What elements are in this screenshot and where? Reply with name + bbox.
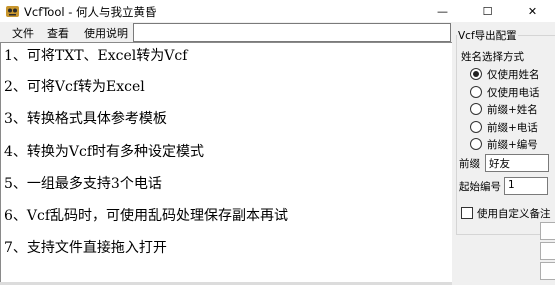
instruction-line: 2、可将Vcf转为Excel (4, 79, 145, 95)
close-icon: ✕ (527, 4, 538, 18)
instruction-line: 7、支持文件直接拖入打开 (4, 240, 167, 256)
instruction-line: 5、一组最多支持3个电话 (4, 176, 162, 192)
minimize-icon: — (437, 4, 448, 18)
custom-remark-checkbox[interactable]: 使用自定义备注 (461, 205, 555, 221)
action-button[interactable] (540, 262, 555, 280)
radio-unselected-icon (470, 103, 482, 115)
radio-selected-icon (470, 68, 482, 80)
minimize-button[interactable]: — (420, 0, 465, 22)
radio-prefix-number[interactable]: 前缀+编号 (470, 136, 554, 152)
radio-label: 仅使用姓名 (487, 69, 540, 81)
remark-input[interactable] (540, 222, 555, 240)
prefix-label: 前缀 (459, 158, 480, 170)
radio-unselected-icon (470, 138, 482, 150)
instruction-line: 3、转换格式具体参考模板 (4, 111, 167, 127)
start-number-label: 起始编号 (459, 181, 501, 193)
radio-prefix-name[interactable]: 前缀+姓名 (470, 101, 554, 117)
title-bar: VcfTool - 何人与我立黄昏 — ☐ ✕ (0, 0, 555, 22)
maximize-button[interactable]: ☐ (465, 0, 510, 22)
radio-label: 前缀+姓名 (487, 104, 538, 116)
radio-label: 仅使用电话 (487, 87, 540, 99)
instruction-line: 4、转换为Vcf时有多种设定模式 (4, 144, 205, 160)
radio-prefix-phone[interactable]: 前缀+电话 (470, 119, 554, 135)
radio-unselected-icon (470, 121, 482, 133)
menu-file[interactable]: 文件 (12, 25, 34, 41)
start-number-input[interactable]: 1 (504, 177, 548, 195)
path-input[interactable] (133, 23, 451, 42)
menu-help[interactable]: 使用说明 (84, 25, 128, 41)
app-icon (6, 6, 19, 17)
radio-name-only[interactable]: 仅使用姓名 (470, 66, 554, 82)
close-button[interactable]: ✕ (510, 0, 555, 22)
instruction-line: 6、Vcf乱码时，可使用乱码处理保存副本再试 (4, 208, 289, 224)
prefix-input[interactable]: 好友 (485, 154, 549, 172)
instructions-textarea[interactable]: 1、可将TXT、Excel转为Vcf 2、可将Vcf转为Excel 3、转换格式… (0, 42, 452, 285)
radio-label: 前缀+编号 (487, 139, 538, 151)
window-title: VcfTool - 何人与我立黄昏 (24, 5, 157, 19)
maximize-icon: ☐ (482, 4, 493, 18)
radio-label: 前缀+电话 (487, 122, 538, 134)
checkbox-unchecked-icon (461, 207, 473, 219)
radio-unselected-icon (470, 86, 482, 98)
radio-phone-only[interactable]: 仅使用电话 (470, 84, 554, 100)
instruction-line: 1、可将TXT、Excel转为Vcf (4, 48, 188, 64)
menu-view[interactable]: 查看 (47, 25, 69, 41)
action-button[interactable] (540, 242, 555, 260)
checkbox-label: 使用自定义备注 (477, 208, 551, 220)
group-title: Vcf导出配置 (457, 28, 518, 43)
name-mode-label: 姓名选择方式 (461, 51, 524, 63)
